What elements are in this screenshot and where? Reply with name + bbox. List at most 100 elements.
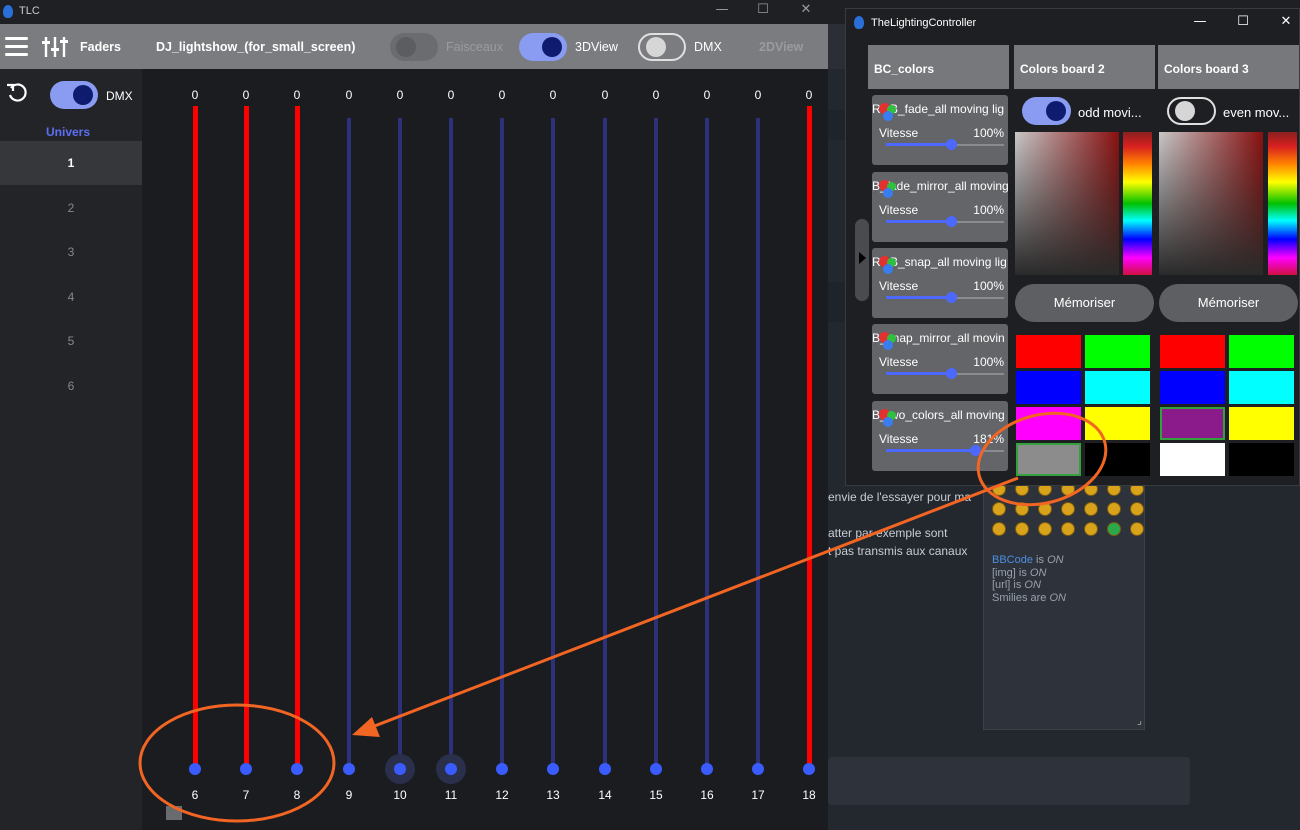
fader-track[interactable] <box>551 118 555 769</box>
effect-card[interactable]: RGB_snap_all moving lig Vitesse 100% <box>872 248 1008 318</box>
effect-card[interactable]: B_snap_mirror_all movin Vitesse 100% <box>872 324 1008 394</box>
smiley-icon[interactable] <box>1130 522 1144 536</box>
fader-handle[interactable] <box>752 763 764 775</box>
board2-odd-toggle[interactable] <box>1022 97 1071 125</box>
speed-slider-fill <box>886 449 975 452</box>
fader-value: 0 <box>805 88 813 102</box>
speed-slider-thumb[interactable] <box>946 368 957 379</box>
smiley-icon[interactable] <box>1061 522 1075 536</box>
board2-memorize-button[interactable]: Mémoriser <box>1015 284 1154 322</box>
color-swatch[interactable] <box>1229 335 1294 368</box>
fader-handle[interactable] <box>701 763 713 775</box>
fader-handle[interactable] <box>291 763 303 775</box>
rgb-dot-icon <box>883 340 893 350</box>
color-swatch[interactable] <box>1160 443 1225 476</box>
color-swatch[interactable] <box>1085 407 1150 440</box>
rgb-dot-icon <box>883 264 893 274</box>
scroll-handle[interactable] <box>166 806 182 820</box>
fader-value: 0 <box>345 88 353 102</box>
speed-slider-thumb[interactable] <box>946 216 957 227</box>
fader-handle[interactable] <box>394 763 406 775</box>
effect-card[interactable]: B_two_colors_all moving Vitesse 181% <box>872 401 1008 471</box>
rgb-dot-icon <box>883 188 893 198</box>
color-swatch[interactable] <box>1016 443 1081 476</box>
fader-channel-label: 14 <box>598 788 612 802</box>
fader-channel-label: 7 <box>242 788 250 802</box>
color-swatch[interactable] <box>1085 335 1150 368</box>
board3-hue-slider[interactable] <box>1268 132 1297 275</box>
speed-slider-fill <box>886 220 951 223</box>
color-swatch[interactable] <box>1160 335 1225 368</box>
fader-track[interactable] <box>398 118 402 769</box>
smiley-icon[interactable] <box>992 502 1006 516</box>
color-swatch[interactable] <box>1229 371 1294 404</box>
fader-track[interactable] <box>449 118 453 769</box>
fader-handle[interactable] <box>189 763 201 775</box>
fader-track[interactable] <box>705 118 709 769</box>
smiley-icon[interactable] <box>1015 502 1029 516</box>
fader-track[interactable] <box>806 106 812 769</box>
smiley-icon[interactable] <box>1038 502 1052 516</box>
fader-handle[interactable] <box>496 763 508 775</box>
bbcode-link[interactable]: BBCode <box>992 554 1033 566</box>
smilies-state: ON <box>1049 591 1066 604</box>
fader-channel-label: 17 <box>751 788 765 802</box>
color-swatch[interactable] <box>1160 407 1225 440</box>
fader-value: 0 <box>293 88 301 102</box>
bbcode-state: ON <box>1047 554 1064 566</box>
board3-even-toggle[interactable] <box>1167 97 1216 125</box>
fader-track[interactable] <box>500 118 504 769</box>
color-swatch[interactable] <box>1016 335 1081 368</box>
speed-slider-thumb[interactable] <box>946 139 957 150</box>
fader-handle[interactable] <box>547 763 559 775</box>
faders-area: 0 6 0 7 0 8 0 9 0 10 0 11 0 12 0 13 0 14 0 15 0 16 0 17 0 18 <box>0 0 828 830</box>
board3-color-picker[interactable] <box>1159 132 1263 275</box>
fader-handle[interactable] <box>343 763 355 775</box>
smiley-icon[interactable] <box>1107 502 1121 516</box>
smiley-icon[interactable] <box>1107 522 1121 536</box>
fader-handle[interactable] <box>650 763 662 775</box>
smiley-icon[interactable] <box>1015 522 1029 536</box>
color-swatch[interactable] <box>1085 443 1150 476</box>
fader-track[interactable] <box>756 118 760 769</box>
smiley-icon[interactable] <box>1084 522 1098 536</box>
smiley-icon[interactable] <box>1130 502 1144 516</box>
smiley-icon[interactable] <box>992 522 1006 536</box>
effect-card[interactable]: B_fade_mirror_all moving Vitesse 100% <box>872 172 1008 242</box>
fader-track[interactable] <box>347 118 351 769</box>
color-swatch[interactable] <box>1085 371 1150 404</box>
fader-track[interactable] <box>243 106 249 769</box>
fader-track[interactable] <box>294 106 300 769</box>
effect-card[interactable]: RGB_fade_all moving lig Vitesse 100% <box>872 95 1008 165</box>
maximize-icon[interactable]: ☐ <box>1233 14 1253 29</box>
fader-track[interactable] <box>603 118 607 769</box>
fader-handle[interactable] <box>240 763 252 775</box>
color-swatch[interactable] <box>1229 443 1294 476</box>
forum-text-line: t pas transmis aux canaux <box>828 544 968 558</box>
smiley-icon[interactable] <box>1084 502 1098 516</box>
smiley-icon[interactable] <box>1061 502 1075 516</box>
color-swatch[interactable] <box>1016 371 1081 404</box>
color-swatch[interactable] <box>1016 407 1081 440</box>
fader-track[interactable] <box>192 106 198 769</box>
speed-slider-thumb[interactable] <box>970 445 981 456</box>
resize-grip-icon[interactable]: ⌟ <box>1137 714 1142 727</box>
color-swatch[interactable] <box>1160 371 1225 404</box>
speed-slider-thumb[interactable] <box>946 292 957 303</box>
fader-handle[interactable] <box>599 763 611 775</box>
fader-value: 0 <box>498 88 506 102</box>
fader-handle[interactable] <box>803 763 815 775</box>
bbcode-text: is <box>1036 554 1044 566</box>
board2-color-picker[interactable] <box>1015 132 1119 275</box>
color-swatch[interactable] <box>1229 407 1294 440</box>
fader-value: 0 <box>549 88 557 102</box>
board2-hue-slider[interactable] <box>1123 132 1152 275</box>
close-icon[interactable]: ✕ <box>1276 14 1296 29</box>
fader-channel-label: 12 <box>495 788 509 802</box>
minimize-icon[interactable]: — <box>1190 14 1210 29</box>
fader-handle[interactable] <box>445 763 457 775</box>
fader-track[interactable] <box>654 118 658 769</box>
lighting-controller-window: TheLightingController — ☐ ✕ BC_colors Co… <box>845 8 1300 486</box>
smiley-icon[interactable] <box>1038 522 1052 536</box>
board3-memorize-button[interactable]: Mémoriser <box>1159 284 1298 322</box>
